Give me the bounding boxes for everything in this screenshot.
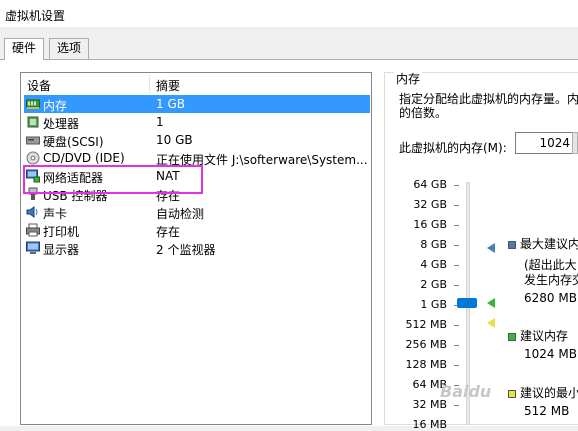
device-summary: 存在 — [156, 225, 181, 239]
legend-min-value: 512 MB — [524, 404, 570, 418]
legend-recommended-label: 建议内存 — [520, 329, 569, 343]
legend-recommended: 建议内存 — [508, 327, 568, 344]
scale-label: 16 GB — [413, 218, 447, 231]
legend-max-recommended: 最大建议内 — [508, 235, 578, 252]
memory-description-line1: 指定分配给此虚拟机的内存量。内 — [399, 92, 578, 106]
scale-tick — [454, 325, 459, 326]
scale-label: 32 GB — [413, 198, 447, 211]
device-name: 显示器 — [43, 243, 80, 257]
network-adapter-highlight — [23, 165, 203, 194]
legend-max-label: 最大建议内 — [520, 237, 578, 251]
scale-label: 2 GB — [420, 278, 447, 291]
device-row-processor[interactable]: 处理器 1 — [24, 113, 370, 131]
sound-card-icon — [26, 206, 38, 218]
scale-tick — [454, 205, 459, 206]
tab-hardware[interactable]: 硬件 — [4, 38, 45, 60]
scale-tick — [454, 365, 459, 366]
device-row-display[interactable]: 显示器 2 个监视器 — [24, 239, 370, 257]
device-summary: 2 个监视器 — [156, 243, 216, 257]
device-row-printer[interactable]: 打印机 存在 — [24, 221, 370, 239]
device-summary: 1 GB — [156, 97, 185, 111]
display-icon — [26, 241, 40, 254]
memory-input[interactable] — [518, 135, 574, 151]
column-header-device[interactable]: 设备 — [27, 77, 51, 94]
legend-max-note-line2: 发生内存交 — [524, 273, 578, 287]
memory-icon — [26, 99, 40, 109]
max-recommended-swatch — [508, 240, 516, 249]
printer-icon — [26, 223, 40, 237]
scale-tick — [454, 405, 459, 406]
device-row-harddisk[interactable]: 硬盘(SCSI) 10 GB — [24, 131, 370, 149]
memory-field-label: 此虚拟机的内存(M): — [399, 141, 507, 155]
device-summary: 自动检测 — [156, 207, 205, 221]
scale-label: 512 MB — [405, 318, 447, 331]
memory-group-title: 内存 — [394, 70, 423, 87]
cd-dvd-icon — [26, 151, 40, 165]
device-name: 硬盘(SCSI) — [43, 135, 104, 149]
device-name: 内存 — [43, 99, 68, 113]
legend-min-recommended: 建议的最小 — [508, 384, 578, 401]
scale-tick — [454, 245, 459, 246]
scale-tick — [454, 285, 459, 286]
recommended-marker — [487, 298, 495, 308]
scale-label: 1 GB — [420, 298, 447, 311]
device-row-memory[interactable]: 内存 1 GB — [24, 95, 370, 113]
tab-strip: 硬件 选项 — [0, 38, 578, 60]
title-bar: 虚拟机设置 — [0, 0, 578, 27]
scale-label: 8 GB — [420, 238, 447, 251]
device-name: CD/DVD (IDE) — [43, 151, 125, 165]
memory-field[interactable] — [515, 132, 575, 154]
device-list-header: 设备 摘要 — [21, 73, 371, 95]
memory-description: 指定分配给此虚拟机的内存量。内 的倍数。 — [399, 92, 578, 120]
device-row-sound-card[interactable]: 声卡 自动检测 — [24, 203, 370, 221]
window-title: 虚拟机设置 — [5, 9, 66, 23]
column-header-summary[interactable]: 摘要 — [156, 77, 180, 94]
memory-slider-thumb[interactable] — [457, 298, 477, 308]
scale-label: 128 MB — [405, 358, 447, 371]
device-summary: 1 — [156, 115, 164, 129]
device-list: 设备 摘要 内存 1 GB 处理器 1 硬盘(SCSI) 10 GB CD/DV… — [20, 72, 372, 425]
harddisk-icon — [26, 136, 40, 145]
scale-tick — [454, 225, 459, 226]
processor-icon — [27, 116, 39, 128]
legend-max-value: 6280 MB — [524, 291, 577, 305]
scale-label: 4 GB — [420, 258, 447, 271]
min-recommended-swatch — [508, 389, 516, 398]
device-name: 打印机 — [43, 225, 80, 239]
max-recommended-marker — [487, 243, 495, 253]
scale-label: 64 GB — [413, 178, 447, 191]
memory-spinner[interactable] — [572, 132, 578, 154]
tab-options[interactable]: 选项 — [49, 38, 90, 59]
scale-tick — [454, 265, 459, 266]
recommended-swatch — [508, 332, 516, 341]
device-name: 处理器 — [43, 117, 80, 131]
scale-tick — [454, 345, 459, 346]
scale-label: 256 MB — [405, 338, 447, 351]
device-name: 声卡 — [43, 207, 68, 221]
watermark: Baidu — [440, 382, 492, 401]
legend-min-label: 建议的最小 — [520, 386, 578, 400]
column-divider[interactable] — [149, 75, 150, 93]
memory-description-line2: 的倍数。 — [399, 106, 448, 120]
device-summary: 10 GB — [156, 133, 193, 147]
scale-tick — [454, 185, 459, 186]
min-recommended-marker — [487, 318, 495, 328]
legend-recommended-value: 1024 MB — [524, 347, 577, 361]
